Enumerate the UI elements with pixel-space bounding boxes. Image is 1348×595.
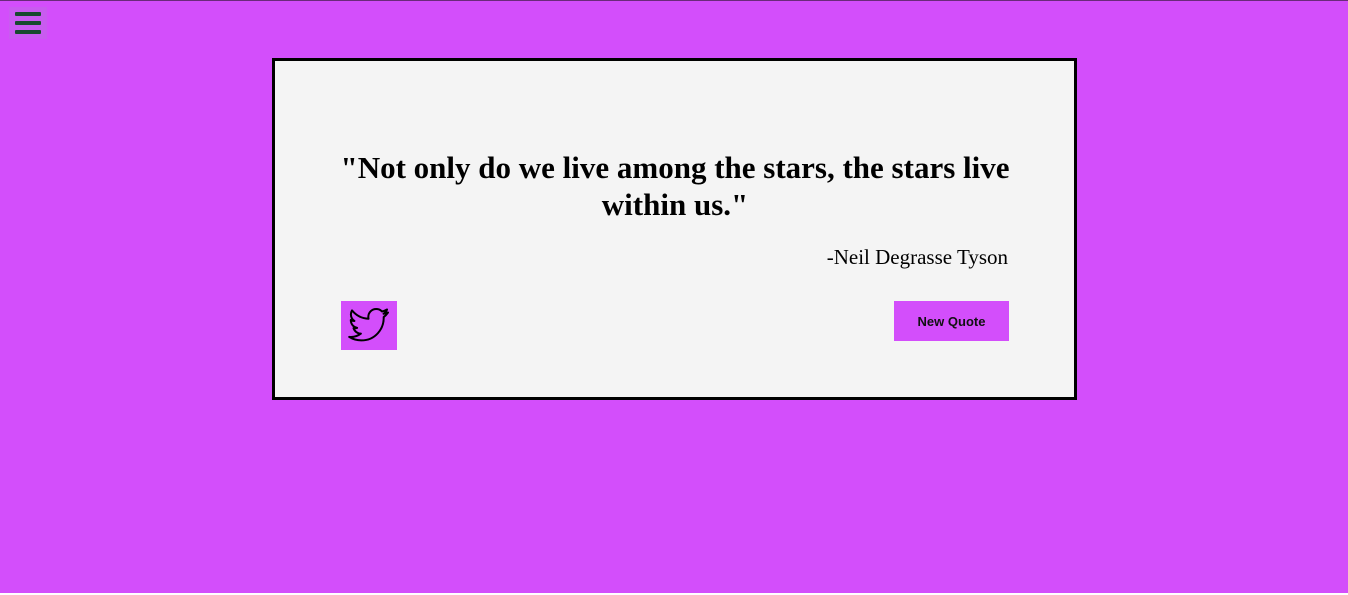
quote-author: -Neil Degrasse Tyson — [826, 245, 1008, 269]
hamburger-menu-icon — [15, 12, 41, 16]
quote-text: "Not only do we live among the stars, th… — [340, 150, 1010, 222]
hamburger-menu-icon-bar — [15, 21, 41, 25]
twitter-bird-icon — [348, 307, 389, 341]
new-quote-button[interactable]: New Quote — [894, 301, 1009, 341]
page-background: "Not only do we live among the stars, th… — [0, 0, 1348, 593]
tweet-quote-button[interactable] — [341, 301, 397, 350]
menu-button[interactable] — [9, 7, 47, 39]
quote-card: "Not only do we live among the stars, th… — [272, 58, 1077, 400]
hamburger-menu-icon-bar — [15, 30, 41, 34]
